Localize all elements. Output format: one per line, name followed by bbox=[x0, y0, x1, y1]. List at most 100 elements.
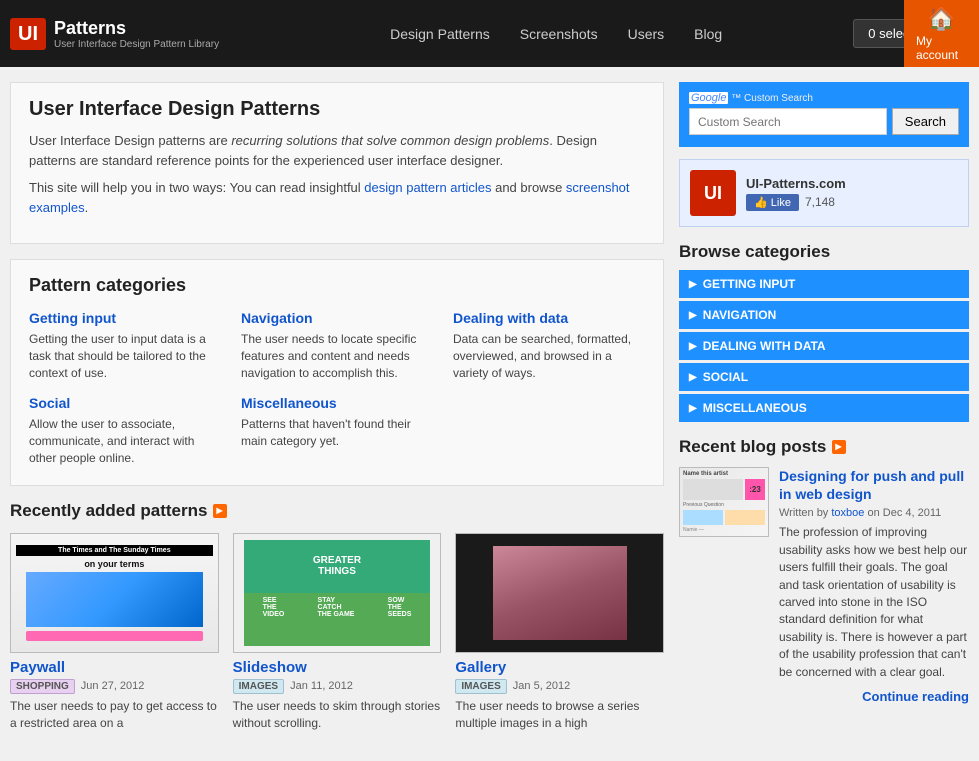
gallery-meta: IMAGES Jan 5, 2012 bbox=[455, 679, 664, 694]
google-label: Google ™ Custom Search bbox=[689, 92, 959, 104]
category-social: Social Allow the user to associate, comm… bbox=[29, 395, 221, 466]
browse-categories-heading: Browse categories bbox=[679, 242, 969, 262]
slideshow-tag: IMAGES bbox=[233, 679, 284, 694]
paywall-link[interactable]: Paywall bbox=[10, 659, 219, 676]
cat-getting-input-link[interactable]: Getting input bbox=[29, 310, 221, 326]
browse-cat-getting-input[interactable]: ▶ GETTING INPUT bbox=[679, 270, 969, 298]
blog-date: Dec 4, 2011 bbox=[883, 507, 942, 519]
categories-box: Pattern categories Getting input Getting… bbox=[10, 259, 664, 486]
cat-social-link[interactable]: Social bbox=[29, 395, 221, 411]
paywall-thumbnail[interactable]: The Times and The Sunday Times on your t… bbox=[10, 533, 219, 653]
categories-heading: Pattern categories bbox=[29, 275, 645, 296]
gallery-tag: IMAGES bbox=[455, 679, 506, 694]
blog-post-thumbnail: Name this artist :23 Previous Question N… bbox=[679, 467, 769, 537]
fb-site-name: UI-Patterns.com bbox=[746, 176, 958, 191]
search-button[interactable]: Search bbox=[892, 108, 959, 135]
slideshow-thumbnail[interactable]: GREATERTHINGS SEETHEVIDEO STAYCATCHTHE G… bbox=[233, 533, 442, 653]
fb-count: 7,148 bbox=[805, 195, 835, 209]
logo-icon: UI bbox=[10, 18, 46, 50]
rss-icon[interactable] bbox=[213, 504, 227, 518]
category-dealing-with-data: Dealing with data Data can be searched, … bbox=[453, 310, 645, 381]
cat-navigation-link[interactable]: Navigation bbox=[241, 310, 433, 326]
design-pattern-articles-link[interactable]: design pattern articles bbox=[364, 180, 491, 195]
pattern-card-paywall: The Times and The Sunday Times on your t… bbox=[10, 533, 219, 732]
cat-dealing-link[interactable]: Dealing with data bbox=[453, 310, 645, 326]
home-icon: 🏠 bbox=[928, 6, 955, 32]
paywall-desc: The user needs to pay to get access to a… bbox=[10, 698, 219, 732]
recent-blog-heading: Recent blog posts bbox=[679, 437, 969, 457]
arrow-icon: ▶ bbox=[689, 279, 697, 290]
main-nav: Design Patterns Screenshots Users Blog bbox=[259, 26, 853, 42]
continue-reading-link[interactable]: Continue reading bbox=[779, 689, 969, 704]
slideshow-desc: The user needs to skim through stories w… bbox=[233, 698, 442, 732]
pattern-cards: The Times and The Sunday Times on your t… bbox=[10, 533, 664, 732]
blog-post-title[interactable]: Designing for push and pull in web desig… bbox=[779, 467, 969, 503]
intro-box: User Interface Design Patterns User Inte… bbox=[10, 82, 664, 244]
blog-post: Name this artist :23 Previous Question N… bbox=[679, 467, 969, 704]
blog-byline: Written by toxboe on Dec 4, 2011 bbox=[779, 507, 969, 519]
logo-area[interactable]: UI Patterns User Interface Design Patter… bbox=[10, 18, 219, 50]
slideshow-link[interactable]: Slideshow bbox=[233, 659, 442, 676]
my-account-button[interactable]: 🏠 My account bbox=[904, 0, 979, 67]
browse-cat-social[interactable]: ▶ SOCIAL bbox=[679, 363, 969, 391]
my-account-label: My account bbox=[916, 34, 967, 62]
logo-text: Patterns User Interface Design Pattern L… bbox=[54, 18, 219, 50]
gallery-link[interactable]: Gallery bbox=[455, 659, 664, 676]
intro-para2: This site will help you in two ways: You… bbox=[29, 178, 645, 217]
cat-social-desc: Allow the user to associate, communicate… bbox=[29, 416, 221, 466]
blog-rss-icon[interactable] bbox=[832, 440, 846, 454]
slideshow-date: Jan 11, 2012 bbox=[290, 680, 353, 692]
logo-subtitle: User Interface Design Pattern Library bbox=[54, 39, 219, 50]
category-miscellaneous: Miscellaneous Patterns that haven't foun… bbox=[241, 395, 433, 466]
fb-like-row: 👍 Like 7,148 bbox=[746, 194, 958, 211]
arrow-icon: ▶ bbox=[689, 310, 697, 321]
arrow-icon: ▶ bbox=[689, 372, 697, 383]
blog-post-content: Designing for push and pull in web desig… bbox=[779, 467, 969, 704]
cat-getting-input-desc: Getting the user to input data is a task… bbox=[29, 331, 221, 381]
facebook-box: UI UI-Patterns.com 👍 Like 7,148 bbox=[679, 159, 969, 227]
nav-screenshots[interactable]: Screenshots bbox=[520, 26, 598, 42]
fb-like-button[interactable]: 👍 Like bbox=[746, 194, 799, 211]
cat-misc-link[interactable]: Miscellaneous bbox=[241, 395, 433, 411]
paywall-tag: SHOPPING bbox=[10, 679, 75, 694]
ui-logo-small: UI bbox=[690, 170, 736, 216]
arrow-icon: ▶ bbox=[689, 403, 697, 414]
header: UI Patterns User Interface Design Patter… bbox=[0, 0, 979, 67]
category-navigation: Navigation The user needs to locate spec… bbox=[241, 310, 433, 381]
search-input-row: Search bbox=[689, 108, 959, 135]
content-wrap: User Interface Design Patterns User Inte… bbox=[0, 67, 979, 761]
gallery-thumbnail[interactable] bbox=[455, 533, 664, 653]
nav-blog[interactable]: Blog bbox=[694, 26, 722, 42]
cat-misc-desc: Patterns that haven't found their main c… bbox=[241, 416, 433, 450]
gallery-desc: The user needs to browse a series multip… bbox=[455, 698, 664, 732]
nav-design-patterns[interactable]: Design Patterns bbox=[390, 26, 490, 42]
fb-thumbs-icon: 👍 bbox=[754, 197, 768, 209]
sidebar: Google ™ Custom Search Search UI UI-Patt… bbox=[679, 82, 969, 746]
search-box: Google ™ Custom Search Search bbox=[679, 82, 969, 147]
intro-para1: User Interface Design patterns are recur… bbox=[29, 131, 645, 170]
browse-cat-navigation[interactable]: ▶ NAVIGATION bbox=[679, 301, 969, 329]
category-getting-input: Getting input Getting the user to input … bbox=[29, 310, 221, 381]
logo-patterns: Patterns bbox=[54, 18, 126, 38]
slideshow-meta: IMAGES Jan 11, 2012 bbox=[233, 679, 442, 694]
recent-blog-section: Recent blog posts Name this artist :23 P… bbox=[679, 437, 969, 704]
categories-grid: Getting input Getting the user to input … bbox=[29, 310, 645, 467]
fb-info: UI-Patterns.com 👍 Like 7,148 bbox=[746, 176, 958, 211]
main-column: User Interface Design Patterns User Inte… bbox=[10, 82, 664, 746]
browse-cat-dealing[interactable]: ▶ DEALING WITH DATA bbox=[679, 332, 969, 360]
recently-added-section: Recently added patterns The Times and Th… bbox=[10, 501, 664, 732]
pattern-card-slideshow: GREATERTHINGS SEETHEVIDEO STAYCATCHTHE G… bbox=[233, 533, 442, 732]
intro-title: User Interface Design Patterns bbox=[29, 98, 645, 121]
blog-excerpt: The profession of improving usability as… bbox=[779, 524, 969, 681]
pattern-card-gallery: Gallery IMAGES Jan 5, 2012 The user need… bbox=[455, 533, 664, 732]
browse-cat-miscellaneous[interactable]: ▶ MISCELLANEOUS bbox=[679, 394, 969, 422]
recently-added-heading: Recently added patterns bbox=[10, 501, 664, 521]
paywall-date: Jun 27, 2012 bbox=[81, 680, 145, 692]
browse-categories: Browse categories ▶ GETTING INPUT ▶ NAVI… bbox=[679, 242, 969, 422]
arrow-icon: ▶ bbox=[689, 341, 697, 352]
search-input[interactable] bbox=[689, 108, 887, 135]
nav-users[interactable]: Users bbox=[628, 26, 665, 42]
cat-navigation-desc: The user needs to locate specific featur… bbox=[241, 331, 433, 381]
cat-dealing-desc: Data can be searched, formatted, overvie… bbox=[453, 331, 645, 381]
blog-author-link[interactable]: toxboe bbox=[831, 507, 864, 519]
